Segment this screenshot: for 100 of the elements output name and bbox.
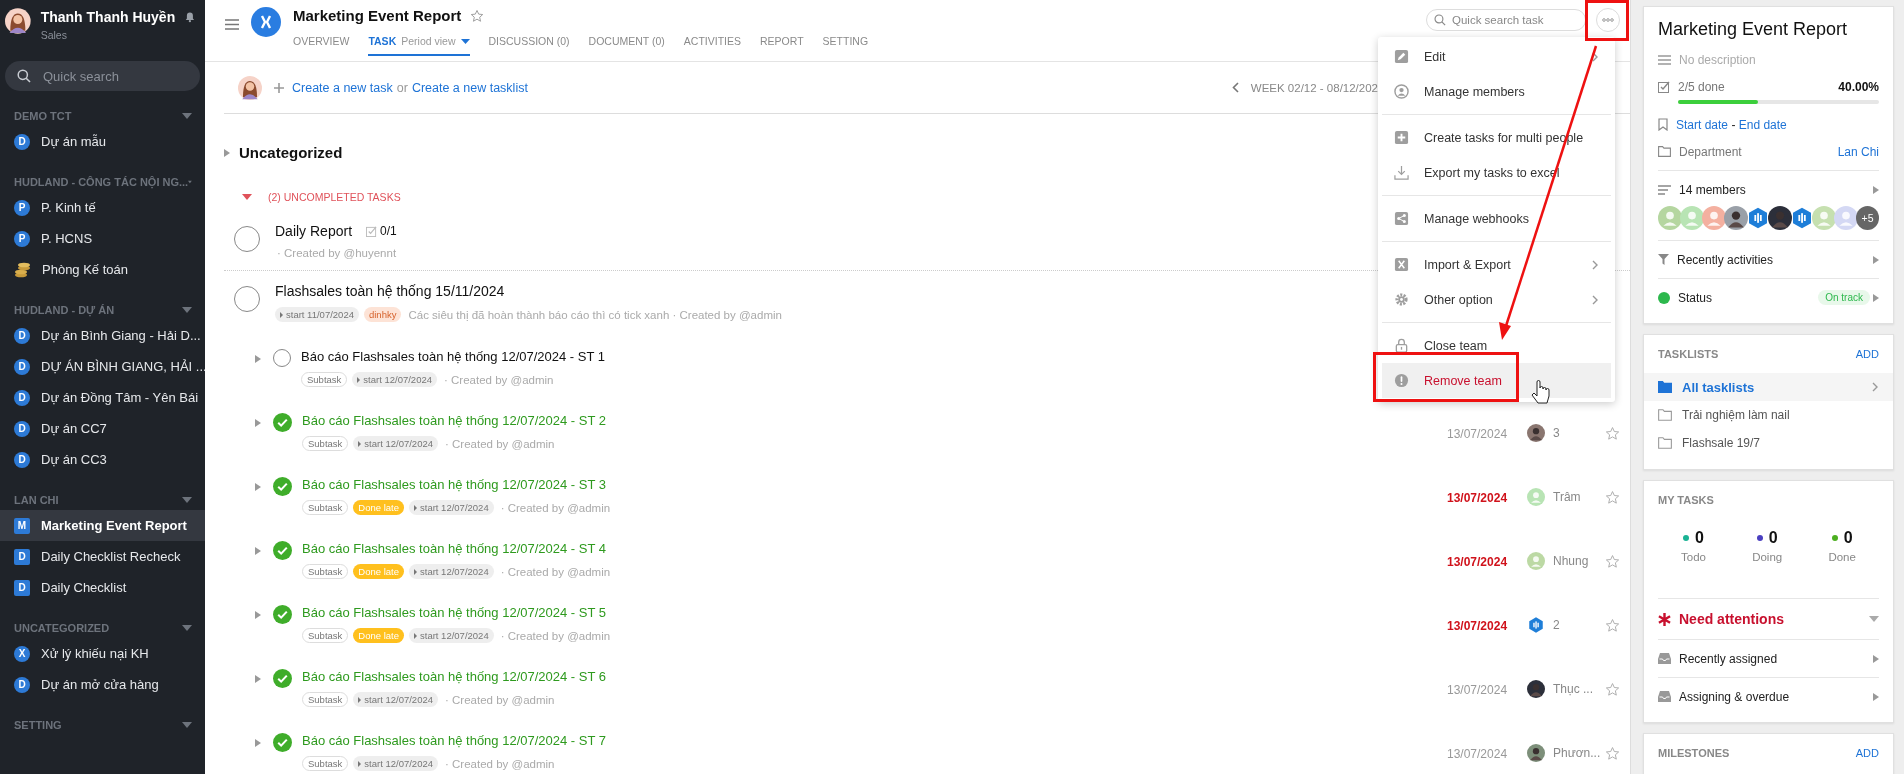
create-task-link[interactable]: Create a new task	[292, 80, 393, 95]
dropdown-caret-icon[interactable]	[460, 38, 470, 44]
search-field[interactable]: Quick search	[5, 61, 200, 91]
alert-icon	[1394, 373, 1409, 388]
project-item[interactable]: D Daily Checklist Recheck	[0, 541, 205, 572]
start-date-link[interactable]: Start date	[1676, 117, 1729, 132]
completed-check-icon[interactable]	[273, 541, 292, 560]
collapse-caret-icon[interactable]	[182, 722, 192, 728]
chevron-icon	[1872, 382, 1879, 392]
user-role: Sales	[40, 29, 68, 41]
attention-link[interactable]: Assigning & overdue	[1679, 689, 1790, 704]
project-item[interactable]: D Dự án Bình Giang - Hải D...	[0, 320, 205, 351]
due-date: 13/07/2024	[1447, 747, 1509, 761]
bell-icon[interactable]	[185, 10, 195, 24]
inbox-icon	[1658, 653, 1671, 664]
collapse-caret-icon[interactable]	[182, 113, 192, 119]
collapse-caret-icon[interactable]	[182, 625, 192, 631]
tasklist-item[interactable]: Flashsale 19/7	[1644, 429, 1893, 457]
add-link[interactable]: ADD	[1855, 348, 1879, 360]
activities-link[interactable]: Recently activities	[1677, 252, 1774, 267]
menu-item[interactable]: Import & Export	[1382, 247, 1611, 282]
card-title: TASKLISTS	[1658, 348, 1719, 360]
tab[interactable]: SETTING	[822, 31, 869, 56]
week-range: WEEK 02/12 - 08/12/202	[1250, 81, 1378, 94]
checklist-count: 0/1	[380, 224, 397, 238]
menu-item[interactable]: Manage members	[1382, 74, 1611, 109]
tasklist-item[interactable]: All tasklists	[1644, 373, 1893, 401]
tab[interactable]: TASK Period view	[368, 31, 470, 56]
add-link[interactable]: ADD	[1855, 747, 1879, 759]
star-icon[interactable]	[1605, 682, 1620, 697]
collapse-caret-icon[interactable]	[242, 194, 252, 200]
section-title: DEMO TCT	[14, 110, 72, 122]
more-members-badge[interactable]: +5	[1856, 206, 1879, 230]
tasklist-item[interactable]: Trải nghiệm làm nail	[1644, 401, 1893, 429]
section-title: LAN CHI	[14, 494, 59, 506]
project-item[interactable]: Phòng Kế toán	[0, 254, 205, 285]
project-item[interactable]: D Daily Checklist	[0, 572, 205, 603]
project-badge: D	[14, 133, 30, 150]
collapse-caret-icon[interactable]	[182, 307, 192, 313]
tab[interactable]: DOCUMENT (0)	[588, 31, 665, 56]
subtask-title: Báo cáo Flashsales toàn hệ thống 12/07/2024 - ST 6	[302, 669, 608, 684]
completed-check-icon[interactable]	[273, 477, 292, 496]
subtask-title: Báo cáo Flashsales toàn hệ thống 12/07/2024 - ST 4	[302, 541, 608, 556]
star-icon[interactable]	[1605, 554, 1620, 569]
task-meta: · Created by @admin	[445, 757, 555, 770]
due-date: 13/07/2024	[1447, 683, 1509, 697]
chevron-icon	[1592, 259, 1599, 270]
folder-icon	[1658, 409, 1672, 421]
completed-check-icon[interactable]	[273, 733, 292, 752]
star-icon[interactable]	[1605, 618, 1620, 633]
menu-item[interactable]: Other option	[1382, 282, 1611, 317]
project-title: Marketing Event Report	[293, 7, 462, 24]
menu-item[interactable]: Remove team	[1382, 363, 1611, 398]
filter-icon	[1658, 254, 1669, 265]
status-badge: On track	[1818, 290, 1870, 305]
star-icon[interactable]	[1605, 426, 1620, 441]
menu-icon[interactable]	[225, 19, 239, 30]
tab[interactable]: OVERVIEW	[293, 31, 350, 56]
project-item[interactable]: D Dự án mẫu	[0, 126, 205, 157]
description-text: No description	[1679, 52, 1756, 67]
attention-link[interactable]: Recently assigned	[1679, 651, 1778, 666]
project-item[interactable]: P P. HCNS	[0, 223, 205, 254]
create-tasklist-link[interactable]: Create a new tasklist	[411, 80, 528, 95]
description-icon	[1658, 54, 1671, 65]
department-link[interactable]: Lan Chi	[1837, 144, 1879, 159]
caret-icon	[224, 148, 230, 157]
project-item[interactable]: M Marketing Event Report	[0, 510, 205, 541]
project-item[interactable]: X Xử lý khiếu nại KH	[0, 638, 205, 669]
tab[interactable]: ACTIVITIES	[683, 31, 741, 56]
previous-week-icon[interactable]	[1231, 82, 1239, 93]
project-item[interactable]: D Dự án mở cửa hàng	[0, 669, 205, 700]
subtask-title: Báo cáo Flashsales toàn hệ thống 12/07/2024 - ST 3	[302, 477, 608, 492]
project-item[interactable]: D Dự án CC7	[0, 413, 205, 444]
dropdown-caret-icon[interactable]	[1869, 616, 1879, 622]
completed-check-icon[interactable]	[273, 605, 292, 624]
menu-item[interactable]: Close team	[1382, 328, 1611, 363]
due-date: 13/07/2024	[1447, 491, 1509, 505]
end-date-link[interactable]: End date	[1738, 117, 1787, 132]
project-item[interactable]: D Dự án CC3	[0, 444, 205, 475]
count-value: 0	[1768, 529, 1778, 547]
completed-check-icon[interactable]	[273, 669, 292, 688]
share-icon	[1394, 211, 1409, 226]
tab[interactable]: REPORT	[760, 31, 804, 56]
project-item[interactable]: D DỰ ÁN BÌNH GIANG, HẢI ...	[0, 351, 205, 382]
asterisk-icon	[1658, 612, 1671, 626]
menu-item[interactable]: Manage webhooks	[1382, 201, 1611, 236]
project-item[interactable]: P P. Kinh tế	[0, 192, 205, 223]
chevron-icon	[1592, 294, 1599, 305]
menu-item[interactable]: Edit	[1382, 39, 1611, 74]
project-badge: D	[14, 451, 30, 468]
star-icon[interactable]	[470, 8, 485, 23]
star-icon[interactable]	[1605, 490, 1620, 505]
collapse-caret-icon[interactable]	[182, 497, 192, 503]
completed-check-icon[interactable]	[273, 413, 292, 432]
quick-search-field[interactable]: Quick search task	[1426, 9, 1586, 31]
tab[interactable]: DISCUSSION (0)	[488, 31, 570, 56]
star-icon[interactable]	[1605, 746, 1620, 761]
project-item[interactable]: D Dự án Đồng Tâm - Yên Bái	[0, 382, 205, 413]
need-attentions-title: Need attentions	[1679, 611, 1784, 627]
more-options-button[interactable]	[1596, 8, 1620, 32]
